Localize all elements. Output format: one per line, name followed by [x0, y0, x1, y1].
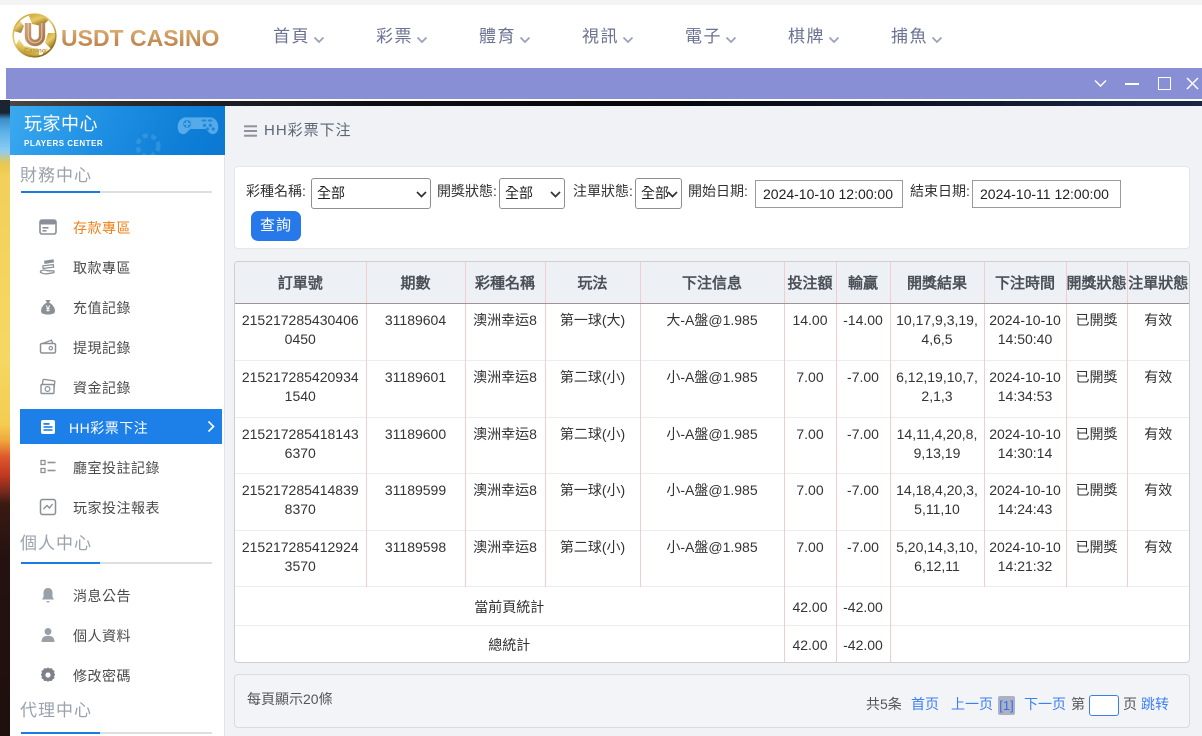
svg-text:Casino: Casino [24, 48, 46, 55]
svg-text:¥: ¥ [46, 305, 51, 314]
